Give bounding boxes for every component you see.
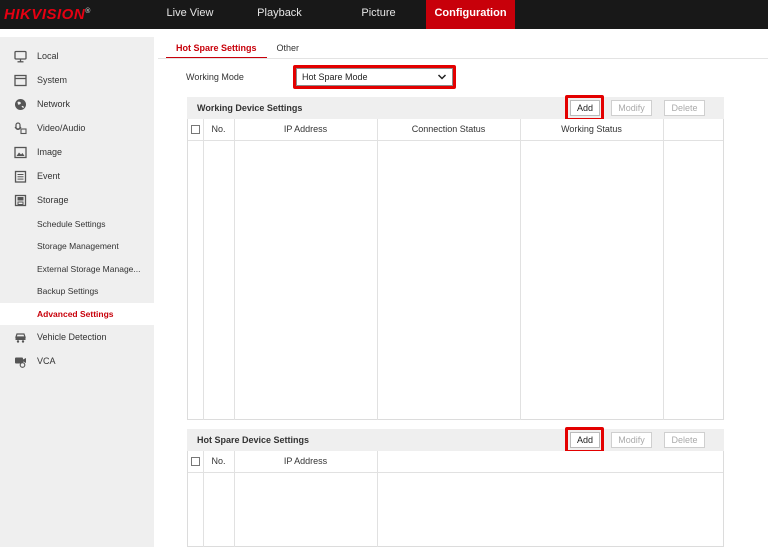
- sidebar-sub-backup-settings[interactable]: Backup Settings: [0, 280, 154, 302]
- column-divider: [203, 119, 204, 420]
- working-device-table: No. IP Address Connection Status Working…: [187, 119, 724, 420]
- working-modify-button[interactable]: Modify: [611, 100, 652, 116]
- header-divider: [188, 140, 723, 141]
- sidebar-item-label: Video/Audio: [37, 123, 86, 133]
- sidebar-sub-storage-management[interactable]: Storage Management: [0, 235, 154, 257]
- vca-camera-icon: [13, 354, 27, 368]
- video-audio-icon: [13, 121, 27, 135]
- sidebar-item-label: Storage: [37, 195, 69, 205]
- nav-picture[interactable]: Picture: [331, 0, 426, 29]
- column-divider: [520, 119, 521, 420]
- sidebar-sub-external-storage[interactable]: External Storage Manage...: [0, 258, 154, 280]
- sidebar-item-label: Network: [37, 99, 71, 109]
- hot-spare-delete-button[interactable]: Delete: [664, 432, 705, 448]
- working-mode-label: Working Mode: [186, 72, 244, 82]
- sidebar-item-vehicle-detection[interactable]: Vehicle Detection: [0, 326, 154, 348]
- working-device-title: Working Device Settings: [197, 103, 303, 113]
- settings-tabs: Hot Spare Settings Other: [166, 39, 309, 59]
- select-all-checkbox[interactable]: [191, 457, 200, 466]
- sidebar-item-label: System: [37, 75, 68, 85]
- sidebar-item-vca[interactable]: VCA: [0, 350, 154, 372]
- top-nav: Live View Playback Picture Configuration: [152, 0, 515, 29]
- highlight-hot-spare-add: [565, 427, 604, 453]
- sidebar-item-network[interactable]: Network: [0, 93, 154, 115]
- tab-divider: [158, 58, 768, 59]
- event-calendar-icon: [13, 169, 27, 183]
- column-divider: [234, 451, 235, 547]
- sidebar-item-event[interactable]: Event: [0, 165, 154, 187]
- col-ip-address: IP Address: [283, 456, 328, 466]
- sidebar-item-system[interactable]: System: [0, 69, 154, 91]
- col-connection-status: Connection Status: [411, 124, 486, 134]
- sidebar-item-label: Image: [37, 147, 63, 157]
- column-divider: [663, 119, 664, 420]
- working-delete-button[interactable]: Delete: [664, 100, 705, 116]
- hikvision-logo: HIKVISION®: [4, 6, 91, 23]
- column-divider: [377, 119, 378, 420]
- tab-hot-spare-settings[interactable]: Hot Spare Settings: [166, 39, 267, 59]
- hot-spare-device-table: No. IP Address: [187, 451, 724, 547]
- highlight-working-mode: [293, 65, 456, 89]
- sidebar-item-local[interactable]: Local: [0, 45, 154, 67]
- monitor-icon: [13, 49, 27, 63]
- column-divider: [203, 451, 204, 547]
- sidebar-sub-schedule-settings[interactable]: Schedule Settings: [0, 213, 154, 235]
- sidebar-item-video-audio[interactable]: Video/Audio: [0, 117, 154, 139]
- sidebar-item-label: Event: [37, 171, 61, 181]
- tab-other[interactable]: Other: [267, 39, 310, 59]
- globe-icon: [13, 97, 27, 111]
- sidebar-item-label: Local: [37, 51, 59, 61]
- header-divider: [188, 472, 723, 473]
- col-no: No.: [211, 124, 226, 134]
- vehicle-camera-icon: [13, 330, 27, 344]
- nav-playback[interactable]: Playback: [228, 0, 331, 29]
- sidebar: Local System Network Video/Audio Image E…: [0, 37, 154, 547]
- column-divider: [234, 119, 235, 420]
- image-icon: [13, 145, 27, 159]
- col-ip-address: IP Address: [283, 124, 328, 134]
- column-divider: [377, 451, 378, 547]
- sidebar-item-label: VCA: [37, 356, 56, 366]
- sidebar-item-label: Vehicle Detection: [37, 332, 107, 342]
- storage-disk-icon: [13, 193, 27, 207]
- hot-spare-modify-button[interactable]: Modify: [611, 432, 652, 448]
- col-working-status: Working Status: [561, 124, 622, 134]
- sidebar-sub-advanced-settings[interactable]: Advanced Settings: [0, 303, 154, 325]
- nav-configuration[interactable]: Configuration: [426, 0, 515, 29]
- select-all-checkbox[interactable]: [191, 125, 200, 134]
- top-bar: HIKVISION® Live View Playback Picture Co…: [0, 0, 768, 29]
- system-window-icon: [13, 73, 27, 87]
- highlight-working-add: [565, 95, 604, 121]
- hot-spare-device-title: Hot Spare Device Settings: [197, 435, 310, 445]
- sidebar-item-image[interactable]: Image: [0, 141, 154, 163]
- col-no: No.: [211, 456, 226, 466]
- sidebar-item-storage[interactable]: Storage: [0, 189, 154, 211]
- nav-live-view[interactable]: Live View: [152, 0, 228, 29]
